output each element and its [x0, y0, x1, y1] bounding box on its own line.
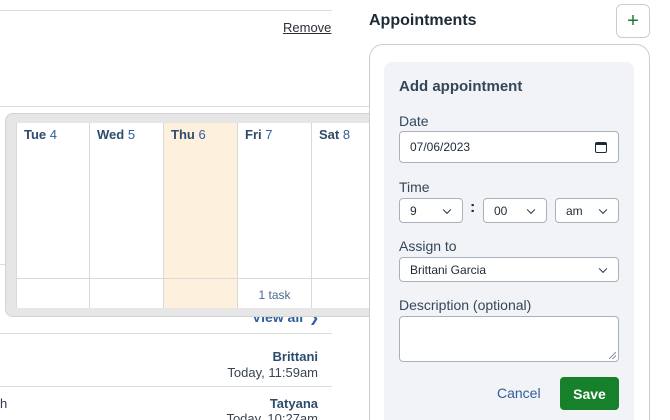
hour-select[interactable]: 9: [399, 198, 463, 223]
calendar-icon[interactable]: [595, 142, 607, 153]
divider: [0, 386, 332, 387]
chevron-down-icon: [526, 205, 536, 214]
description-label: Description (optional): [399, 297, 532, 313]
note-text-fragment: h: [0, 396, 8, 411]
plus-icon: +: [627, 10, 639, 32]
note-author: Brittani: [272, 349, 319, 364]
chevron-down-icon: [598, 205, 608, 214]
form-title: Add appointment: [399, 78, 523, 95]
note-author: Tatyana: [269, 396, 318, 411]
calendar-day-wed[interactable]: Wed 5: [90, 123, 164, 308]
date-value: 07/06/2023: [410, 140, 471, 154]
appointments-title: Appointments: [369, 12, 477, 29]
minute-select[interactable]: 00: [483, 198, 547, 223]
add-appointment-button[interactable]: +: [616, 4, 650, 38]
note-time: Today, 10:27am: [226, 411, 318, 420]
divider: [0, 333, 332, 334]
week-calendar-grid: Tue 4 Wed 5 Thu 6 Fri 7 1 task Sat 8: [16, 123, 402, 308]
week-calendar-popover: Tue 4 Wed 5 Thu 6 Fri 7 1 task Sat 8: [5, 113, 402, 317]
meridiem-value: am: [566, 203, 583, 218]
day-header: Sat 8: [319, 127, 351, 142]
chevron-down-icon: [598, 264, 608, 273]
minute-value: 00: [494, 203, 508, 218]
assign-label: Assign to: [399, 238, 457, 254]
calendar-day-fri[interactable]: Fri 7 1 task: [238, 123, 312, 308]
description-textarea[interactable]: [399, 316, 619, 362]
assignee-select[interactable]: Brittani Garcia: [399, 257, 619, 282]
hour-value: 9: [410, 203, 417, 218]
cancel-button[interactable]: Cancel: [497, 385, 541, 401]
day-header: Wed 5: [97, 127, 136, 142]
save-button[interactable]: Save: [560, 377, 619, 410]
resize-handle-icon[interactable]: [609, 352, 616, 359]
day-header: Thu 6: [171, 127, 206, 142]
meridiem-select[interactable]: am: [555, 198, 619, 223]
day-header: Tue 4: [24, 127, 58, 142]
day-header: Fri 7: [245, 127, 273, 142]
divider: [0, 10, 332, 11]
chevron-down-icon: [442, 205, 452, 214]
calendar-day-tue[interactable]: Tue 4: [17, 123, 90, 308]
remove-link[interactable]: Remove: [283, 20, 331, 35]
time-label: Time: [399, 179, 430, 195]
divider: [0, 106, 390, 107]
time-separator: :: [470, 199, 476, 216]
assignee-value: Brittani Garcia: [410, 262, 487, 277]
note-time: Today, 11:59am: [227, 365, 318, 380]
task-count[interactable]: 1 task: [238, 288, 311, 302]
calendar-day-thu[interactable]: Thu 6: [164, 123, 238, 308]
date-label: Date: [399, 113, 429, 129]
page: Remove View all ❯ Brittani Today, 11:59am…: [0, 0, 670, 420]
date-input[interactable]: 07/06/2023: [399, 131, 619, 163]
